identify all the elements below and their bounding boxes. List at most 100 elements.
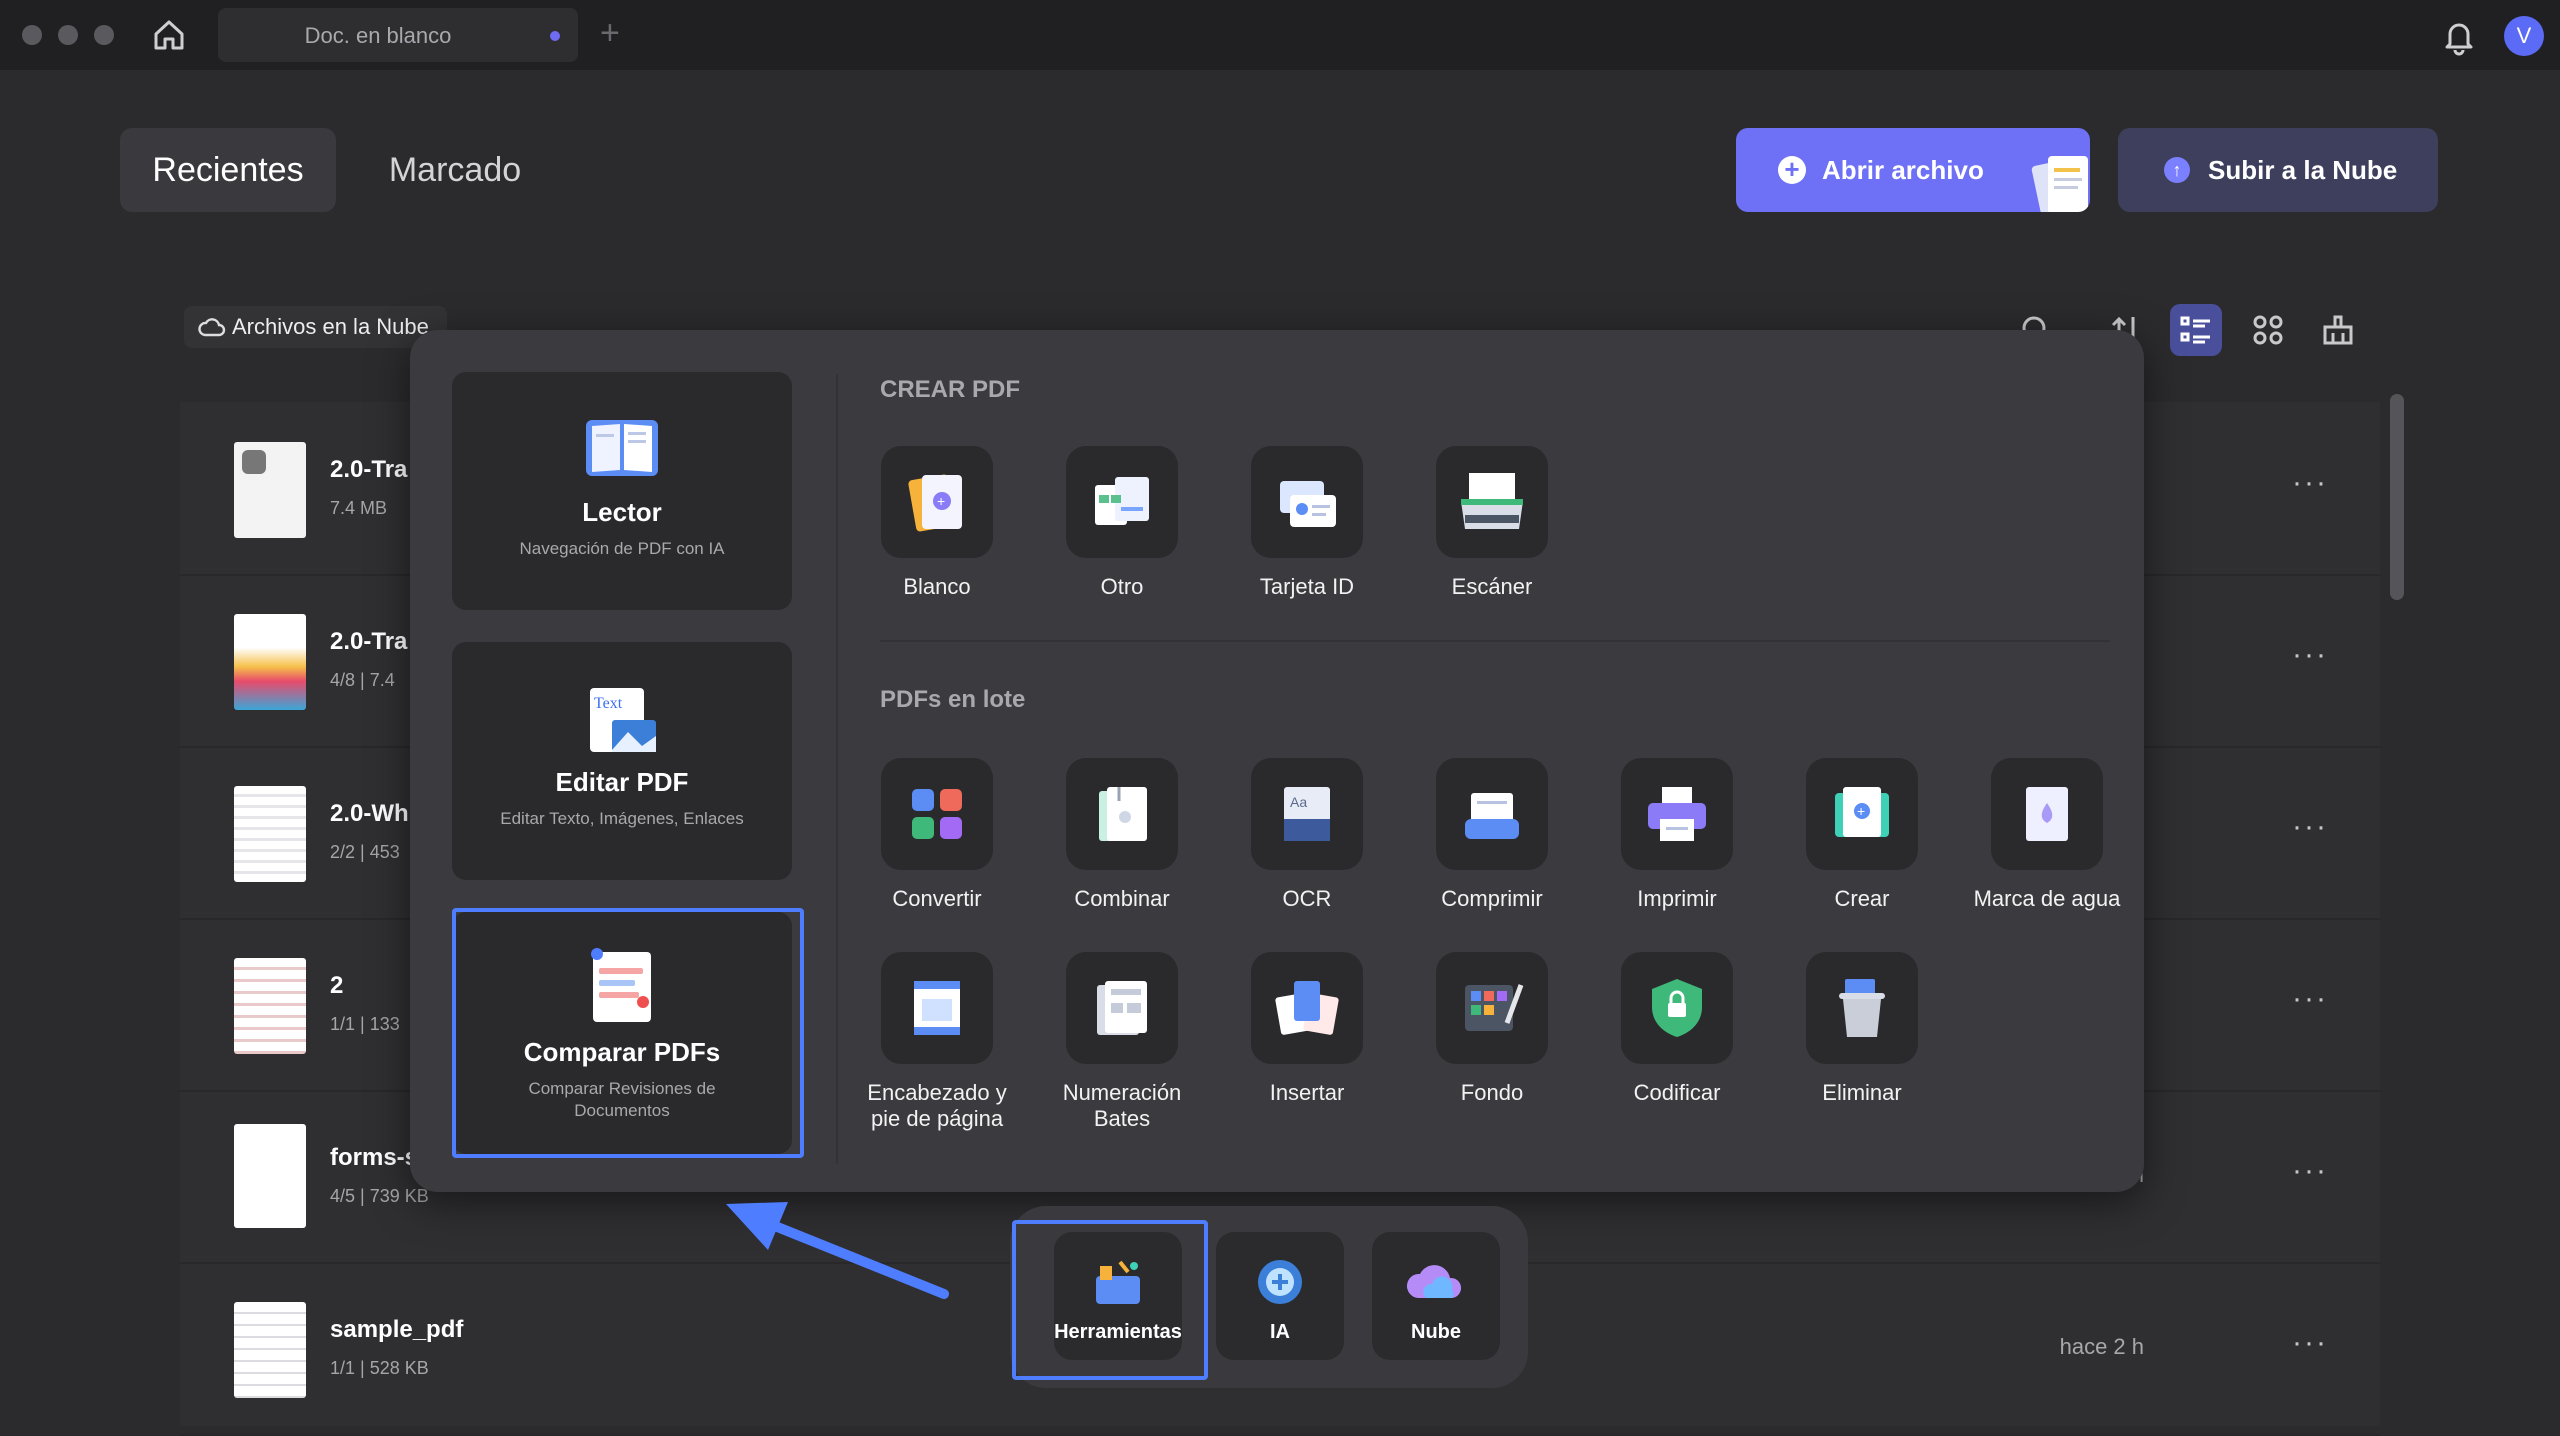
edit-pdf-card[interactable]: Text Editar PDF Editar Texto, Imágenes, …	[452, 642, 792, 880]
more-options-button[interactable]: ···	[2292, 638, 2328, 672]
compress-icon	[1465, 793, 1519, 839]
more-options-button[interactable]: ···	[2292, 466, 2328, 500]
documents-icon	[2031, 156, 2088, 212]
tool-ocr[interactable]: Aa OCR	[1232, 758, 1382, 912]
open-file-button[interactable]: + Abrir archivo	[1736, 128, 2090, 212]
tool-insert[interactable]: Insertar	[1232, 952, 1382, 1106]
file-thumbnail	[234, 786, 306, 882]
tool-other[interactable]: Otro	[1047, 446, 1197, 600]
grid-view-icon[interactable]	[2242, 304, 2294, 356]
create-pdf-heading: CREAR PDF	[880, 376, 1021, 403]
tool-background[interactable]: Fondo	[1417, 952, 1567, 1106]
trash-icon	[1839, 979, 1885, 1037]
insert-pages-icon	[1275, 981, 1339, 1035]
file-thumbnail	[234, 1124, 306, 1228]
unsaved-indicator	[550, 31, 560, 41]
file-thumbnail	[234, 1302, 306, 1398]
scrollbar[interactable]	[2390, 394, 2404, 600]
tool-label: Encabezado y pie de página	[867, 1080, 1007, 1131]
bell-icon[interactable]	[2440, 16, 2478, 56]
minimize-window-button[interactable]	[58, 25, 78, 45]
tools-popover: Lector Navegación de PDF con IA Text Edi…	[410, 330, 2144, 1192]
upload-icon: ↑	[2164, 157, 2190, 183]
tab-marcado[interactable]: Marcado	[360, 128, 550, 212]
tool-label: Crear	[1834, 886, 1890, 911]
file-thumbnail	[234, 442, 306, 538]
tool-label: Blanco	[903, 574, 971, 599]
file-name: 2	[330, 972, 344, 999]
file-name: forms-s	[330, 1144, 419, 1171]
tool-compress[interactable]: Comprimir	[1417, 758, 1567, 912]
tool-delete[interactable]: Eliminar	[1787, 952, 1937, 1106]
background-palette-icon	[1465, 984, 1524, 1031]
file-name: 2.0-Wh	[330, 800, 409, 827]
svg-text:+: +	[1857, 803, 1865, 819]
header-footer-icon	[914, 981, 960, 1035]
tool-header-footer[interactable]: Encabezado y pie de página	[862, 952, 1012, 1132]
more-options-button[interactable]: ···	[2292, 810, 2328, 844]
close-window-button[interactable]	[22, 25, 42, 45]
arrow-annotation	[726, 1202, 949, 1299]
tool-bates-numbering[interactable]: Numeración Bates	[1047, 952, 1197, 1132]
ai-dock-label: IA	[1270, 1321, 1290, 1343]
file-name: 2.0-Tra	[330, 628, 408, 655]
blank-doc-icon: +	[908, 474, 962, 532]
new-tab-button[interactable]: +	[600, 14, 620, 53]
edit-pdf-title: Editar PDF	[555, 767, 689, 797]
more-options-button[interactable]: ···	[2292, 982, 2328, 1016]
document-tab[interactable]: Doc. en blanco	[218, 8, 578, 62]
reader-card[interactable]: Lector Navegación de PDF con IA	[452, 372, 792, 610]
tool-print[interactable]: Imprimir	[1602, 758, 1752, 912]
file-thumbnail	[234, 958, 306, 1054]
bates-numbering-icon	[1097, 981, 1147, 1035]
tool-label: Fondo	[1460, 1080, 1524, 1105]
edit-text-icon: Text	[590, 688, 656, 752]
ai-assistant-icon	[1258, 1260, 1302, 1304]
tool-label: Escáner	[1451, 574, 1533, 599]
svg-text:Aa: Aa	[1290, 794, 1307, 810]
list-view-icon[interactable]	[2170, 304, 2222, 356]
upload-cloud-button[interactable]: ↑ Subir a la Nube	[2118, 128, 2438, 212]
tools-highlight-frame	[1012, 1220, 1208, 1380]
tool-combine[interactable]: Combinar	[1047, 758, 1197, 912]
tool-blank[interactable]: + Blanco	[862, 446, 1012, 600]
id-card-icon	[1280, 481, 1336, 527]
edit-pdf-subtitle: Editar Texto, Imágenes, Enlaces	[500, 809, 744, 828]
svg-text:Text: Text	[594, 695, 623, 712]
clear-broom-icon[interactable]	[2312, 304, 2364, 356]
tool-encrypt[interactable]: Codificar	[1602, 952, 1752, 1106]
tool-watermark[interactable]: Marca de agua	[1972, 758, 2122, 912]
tool-convert[interactable]: Convertir	[862, 758, 1012, 912]
cloud-dock-button[interactable]: Nube	[1372, 1232, 1500, 1360]
file-meta: 7.4 MB	[330, 498, 388, 518]
tool-label: Eliminar	[1822, 1080, 1902, 1105]
cloud-icon	[198, 318, 226, 337]
cloud-icon	[1406, 1265, 1462, 1298]
home-icon[interactable]	[150, 16, 188, 54]
tab-recientes[interactable]: Recientes	[120, 128, 336, 212]
file-meta: 1/1 | 133	[330, 1014, 400, 1034]
reader-subtitle: Navegación de PDF con IA	[519, 539, 725, 558]
tool-scanner[interactable]: Escáner	[1417, 446, 1567, 600]
tool-id-card[interactable]: Tarjeta ID	[1232, 446, 1382, 600]
avatar[interactable]: V	[2504, 16, 2544, 56]
tool-label: Imprimir	[1637, 886, 1717, 911]
open-file-label: Abrir archivo	[1822, 154, 1984, 185]
tool-label: OCR	[1282, 886, 1332, 911]
ai-dock-button[interactable]: IA	[1216, 1232, 1344, 1360]
zoom-window-button[interactable]	[94, 25, 114, 45]
tool-label: Combinar	[1074, 886, 1170, 911]
more-options-button[interactable]: ···	[2292, 1154, 2328, 1188]
batch-pdfs-heading: PDFs en lote	[880, 686, 1026, 713]
more-options-button[interactable]: ···	[2292, 1326, 2328, 1360]
tool-create[interactable]: + Crear	[1787, 758, 1937, 912]
file-name: 2.0-Tra	[330, 456, 408, 483]
tool-label: Tarjeta ID	[1259, 574, 1355, 599]
compare-highlight-frame	[452, 908, 804, 1158]
tool-label: Otro	[1100, 574, 1144, 599]
book-icon	[586, 420, 658, 476]
cloud-dock-label: Nube	[1411, 1321, 1461, 1343]
scanner-icon	[1461, 473, 1523, 529]
tool-label: Convertir	[892, 886, 982, 911]
cloud-files-button[interactable]: Archivos en la Nube	[184, 306, 447, 348]
